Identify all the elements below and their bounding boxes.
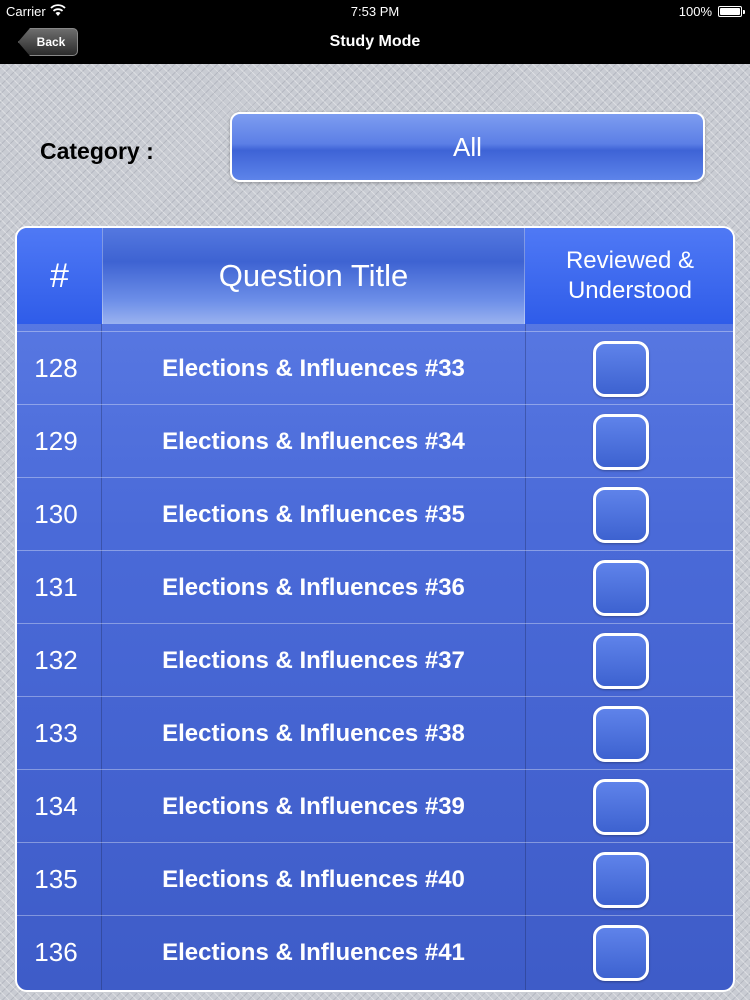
question-number: 131 (34, 572, 78, 602)
question-title[interactable]: Elections & Influences #34 (102, 405, 525, 478)
question-title[interactable]: Elections & Influences #40 (102, 843, 525, 916)
question-title[interactable]: Elections & Influences #38 (102, 697, 525, 770)
reviewed-checkbox[interactable] (593, 560, 649, 616)
reviewed-checkbox[interactable] (593, 925, 649, 981)
reviewed-checkbox[interactable] (593, 414, 649, 470)
question-number: 136 (34, 937, 78, 967)
table-row[interactable]: 131 Elections & Influences #36 (17, 550, 733, 623)
table-row[interactable]: 135 Elections & Influences #40 (17, 842, 733, 915)
table-row[interactable]: 128 Elections & Influences #33 (17, 331, 733, 404)
question-number: 134 (34, 791, 78, 821)
question-number: 130 (34, 499, 78, 529)
questions-table: # Question Title Reviewed & Understood 1… (15, 226, 735, 992)
question-number: 128 (34, 353, 78, 383)
navigation-bar: Back Study Mode (0, 22, 750, 64)
question-number: 135 (34, 864, 78, 894)
table-row[interactable]: 136 Elections & Influences #41 (17, 915, 733, 988)
question-number: 132 (34, 645, 78, 675)
reviewed-checkbox[interactable] (593, 852, 649, 908)
header-question-title: Question Title (102, 228, 525, 324)
status-time: 7:53 PM (350, 4, 400, 19)
header-reviewed-understood: Reviewed & Understood (525, 228, 733, 324)
reviewed-checkbox[interactable] (593, 341, 649, 397)
category-selector-button[interactable]: All (230, 112, 705, 182)
table-row[interactable]: 129 Elections & Influences #34 (17, 404, 733, 477)
question-number: 133 (34, 718, 78, 748)
question-title[interactable]: Elections & Influences #41 (102, 916, 525, 989)
page-title: Study Mode (329, 33, 421, 50)
question-number: 129 (34, 426, 78, 456)
question-list: 128 Elections & Influences #33 129 Elect… (17, 331, 733, 988)
reviewed-checkbox[interactable] (593, 487, 649, 543)
question-title[interactable]: Elections & Influences #33 (102, 332, 525, 405)
status-bar: Carrier 7:53 PM 100% (0, 0, 750, 22)
table-row[interactable]: 130 Elections & Influences #35 (17, 477, 733, 550)
reviewed-checkbox[interactable] (593, 633, 649, 689)
battery-icon (718, 6, 745, 17)
battery-percent: 100% (678, 4, 712, 19)
table-row[interactable]: 133 Elections & Influences #38 (17, 696, 733, 769)
table-row[interactable]: 132 Elections & Influences #37 (17, 623, 733, 696)
table-row[interactable]: 134 Elections & Influences #39 (17, 769, 733, 842)
question-title[interactable]: Elections & Influences #36 (102, 551, 525, 624)
reviewed-checkbox[interactable] (593, 779, 649, 835)
reviewed-checkbox[interactable] (593, 706, 649, 762)
category-label: Category : (40, 138, 154, 164)
question-title[interactable]: Elections & Influences #39 (102, 770, 525, 843)
question-title[interactable]: Elections & Influences #35 (102, 478, 525, 551)
header-number: # (17, 228, 102, 324)
question-title[interactable]: Elections & Influences #37 (102, 624, 525, 697)
